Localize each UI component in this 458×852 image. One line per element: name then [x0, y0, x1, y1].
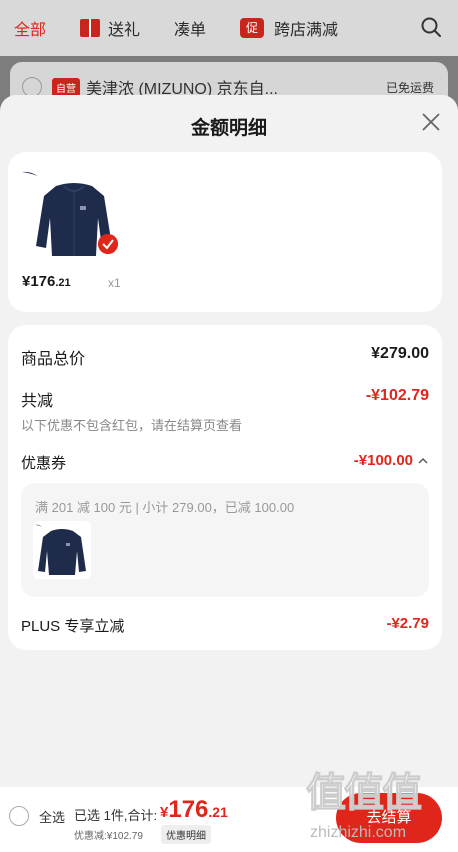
- reduction-note: 以下优惠不包含红包，请在结算页查看: [21, 418, 243, 433]
- coupon-detail-text: 满 201 减 100 元 | 小计 279.00，已减 100.00: [35, 500, 295, 515]
- product-quantity: x1: [108, 276, 121, 290]
- search-icon[interactable]: [420, 16, 442, 38]
- discount-summary: 优惠减:¥102.79: [74, 831, 143, 842]
- self-operated-badge: 自营: [52, 77, 80, 97]
- total-amount: ¥176.21: [160, 796, 228, 824]
- checkout-button[interactable]: 去结算: [336, 793, 442, 843]
- gift-icon: [80, 19, 101, 37]
- coupon-toggle[interactable]: -¥100.00: [354, 452, 429, 469]
- close-icon[interactable]: [420, 111, 442, 133]
- tab-gift[interactable]: 送礼: [80, 16, 140, 40]
- reduction-label: 共减: [21, 393, 54, 410]
- free-shipping-label: 已免运费: [385, 80, 434, 95]
- amount-detail-sheet: 金额明细 ¥176.21 x1 商品总价 ¥279.00 共减 -¥102.79…: [0, 95, 458, 787]
- chevron-up-icon: [418, 457, 428, 463]
- tab-gift-label: 送礼: [108, 22, 141, 39]
- total-integer: 176: [168, 796, 209, 823]
- promo-badge: 促: [240, 18, 265, 38]
- product-price: ¥176.21: [22, 273, 71, 290]
- discount-detail-button[interactable]: 优惠明细: [161, 825, 211, 844]
- total-value: ¥279.00: [371, 345, 429, 362]
- price-integer: ¥176: [22, 273, 56, 290]
- price-breakdown-card: 商品总价 ¥279.00 共减 -¥102.79 以下优惠不包含红包，请在结算页…: [8, 325, 442, 650]
- coupon-detail-box: 满 201 减 100 元 | 小计 279.00，已减 100.00: [21, 483, 429, 597]
- coupon-value: -¥100.00: [353, 452, 413, 469]
- settlement-bar: 全选 已选 1件,合计: ¥176.21 优惠减:¥102.79 优惠明细 去结…: [0, 787, 458, 852]
- select-all-label[interactable]: 全选: [39, 807, 65, 826]
- total-label: 商品总价: [21, 351, 86, 368]
- plus-value: -¥2.79: [386, 615, 429, 632]
- coupon-label: 优惠券: [21, 455, 67, 472]
- tab-cross-store[interactable]: 促 跨店满减: [240, 16, 338, 40]
- plus-label: PLUS 专享立减: [21, 618, 125, 635]
- reduction-value: -¥102.79: [365, 387, 429, 404]
- product-card: ¥176.21 x1: [8, 152, 442, 312]
- mizuno-logo-icon: [22, 171, 38, 176]
- total-decimal: .21: [208, 804, 228, 820]
- checkmark-icon[interactable]: [98, 234, 118, 254]
- coupon-product-thumbnail: [33, 521, 91, 579]
- selected-summary: 已选 1件,合计:: [74, 808, 158, 823]
- tab-cross-store-label: 跨店满减: [274, 22, 339, 39]
- store-radio[interactable]: [22, 77, 42, 97]
- select-all-radio[interactable]: [9, 806, 29, 826]
- sheet-title: 金额明细: [190, 118, 267, 139]
- tab-all[interactable]: 全部: [14, 16, 46, 40]
- top-tab-bar: 全部 送礼 凑单 促 跨店满减: [0, 0, 458, 56]
- tab-coudan[interactable]: 凑单: [174, 16, 206, 40]
- price-decimal: .21: [55, 277, 71, 289]
